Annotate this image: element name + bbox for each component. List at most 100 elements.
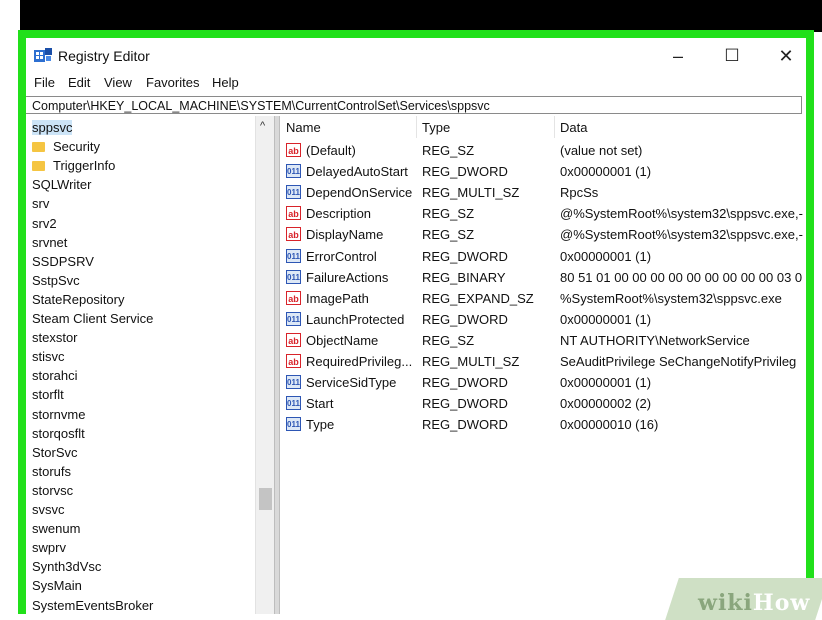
- tree-item[interactable]: sppsvc: [32, 118, 73, 137]
- value-type: REG_SZ: [422, 143, 475, 158]
- tree-item[interactable]: SstpSvc: [32, 271, 80, 290]
- tree-item-label: sppsvc: [32, 120, 73, 135]
- tree-item[interactable]: SystemEventsBroker: [32, 596, 153, 615]
- tree-item-label: Synth3dVsc: [32, 559, 102, 575]
- value-row[interactable]: 011 FailureActions REG_BINARY 80 51 01 00 0…: [280, 267, 806, 288]
- value-row[interactable]: 011 LaunchProtected REG_DWORD 0x00000001 (1…: [280, 309, 806, 330]
- tree-item[interactable]: SSDPSRV: [32, 252, 94, 271]
- binary-value-icon: 011: [286, 396, 301, 411]
- tree-item[interactable]: StorSvc: [32, 443, 78, 462]
- minimize-button[interactable]: –: [656, 40, 700, 72]
- value-type: REG_DWORD: [422, 417, 508, 433]
- tree-item[interactable]: storufs: [32, 462, 71, 481]
- menu-bar: File Edit View Favorites Help: [26, 74, 806, 96]
- tree-item[interactable]: Synth3dVsc: [32, 557, 101, 576]
- tree-item[interactable]: swenum: [32, 519, 80, 538]
- tree-item-label: swprv: [32, 540, 66, 556]
- value-type: REG_DWORD: [422, 375, 508, 391]
- tree-scrollbar[interactable]: ^: [255, 116, 275, 614]
- tree-item[interactable]: srv: [32, 194, 49, 213]
- registry-editor-window: Registry Editor – ☐ ✕ File Edit View Fav…: [26, 38, 806, 614]
- tree-item-label: storahci: [32, 368, 78, 384]
- string-value-icon: ab: [286, 332, 301, 347]
- tree-item[interactable]: storahci: [32, 366, 78, 385]
- tree-item[interactable]: swprv: [32, 538, 66, 557]
- menu-favorites[interactable]: Favorites: [144, 75, 201, 90]
- tree-item-label: stisvc: [32, 349, 65, 365]
- value-type: REG_EXPAND_SZ: [422, 290, 534, 306]
- value-data: @%SystemRoot%\system32\sppsvc.exe,-: [560, 206, 803, 222]
- value-type: REG_DWORD: [422, 311, 508, 327]
- value-type: REG_BINARY: [422, 269, 506, 285]
- value-type: REG_DWORD: [422, 164, 508, 180]
- value-row[interactable]: ab RequiredPrivileg... REG_MULTI_SZ SeAudit…: [280, 351, 806, 372]
- tree-item[interactable]: storqosflt: [32, 424, 85, 443]
- maximize-button[interactable]: ☐: [710, 40, 754, 72]
- value-row[interactable]: 011 ErrorControl REG_DWORD 0x00000001 (1): [280, 246, 806, 267]
- binary-value-icon: 011: [286, 185, 301, 200]
- scroll-thumb[interactable]: [259, 488, 272, 510]
- tree-item[interactable]: TriggerInfo: [32, 156, 115, 175]
- column-divider[interactable]: [416, 116, 417, 138]
- close-button[interactable]: ✕: [764, 40, 806, 72]
- value-row[interactable]: ab ImagePath REG_EXPAND_SZ %SystemRoot%\sys…: [280, 288, 806, 309]
- column-header-type[interactable]: Type: [422, 120, 450, 135]
- value-name: ErrorControl: [306, 248, 377, 264]
- value-type: REG_MULTI_SZ: [422, 185, 520, 201]
- column-header-name[interactable]: Name: [286, 120, 321, 135]
- registry-editor-icon: [34, 48, 52, 62]
- value-row[interactable]: ab ObjectName REG_SZ NT AUTHORITY\NetworkSe…: [280, 330, 806, 351]
- value-name: LaunchProtected: [306, 311, 405, 327]
- string-value-icon: ab: [286, 206, 301, 221]
- tree-item[interactable]: StateRepository: [32, 290, 125, 309]
- value-row[interactable]: ab (Default) REG_SZ (value not set): [280, 140, 806, 161]
- value-row[interactable]: ab DisplayName REG_SZ @%SystemRoot%\system3…: [280, 224, 806, 245]
- menu-help[interactable]: Help: [210, 75, 241, 90]
- value-type: REG_SZ: [422, 206, 475, 222]
- value-data: @%SystemRoot%\system32\sppsvc.exe,-: [560, 227, 803, 243]
- value-data: SeAuditPrivilege SeChangeNotifyPrivileg: [560, 354, 797, 369]
- tree-item-label: SSDPSRV: [32, 253, 94, 269]
- binary-value-icon: 011: [286, 164, 301, 179]
- window-title: Registry Editor: [58, 48, 150, 64]
- tree-item[interactable]: SQLWriter: [32, 175, 91, 194]
- value-type: REG_SZ: [422, 227, 475, 243]
- tree-item[interactable]: srvnet: [32, 233, 67, 252]
- value-row[interactable]: ab Description REG_SZ @%SystemRoot%\system3…: [280, 203, 806, 224]
- menu-file[interactable]: File: [32, 75, 57, 90]
- tree-item[interactable]: Security: [32, 137, 100, 156]
- address-bar[interactable]: Computer\HKEY_LOCAL_MACHINE\SYSTEM\Curre…: [26, 96, 802, 114]
- tree-item[interactable]: stornvme: [32, 405, 85, 424]
- tree-item[interactable]: svsvc: [32, 500, 65, 519]
- tree-item[interactable]: SysMain: [32, 576, 82, 595]
- value-row[interactable]: 011 Type REG_DWORD 0x00000010 (16): [280, 414, 806, 435]
- value-row[interactable]: 011 Start REG_DWORD 0x00000002 (2): [280, 393, 806, 414]
- value-row[interactable]: 011 DelayedAutoStart REG_DWORD 0x00000001 (…: [280, 161, 806, 182]
- value-data: 0x00000001 (1): [560, 375, 652, 391]
- value-name: Start: [306, 396, 334, 412]
- tree-item[interactable]: stexstor: [32, 328, 78, 347]
- value-row[interactable]: 011 DependOnService REG_MULTI_SZ RpcSs: [280, 182, 806, 203]
- value-data: 80 51 01 00 00 00 00 00 00 00 00 00 03 0: [560, 269, 803, 285]
- column-header-data[interactable]: Data: [560, 120, 587, 135]
- tree-item[interactable]: storflt: [32, 385, 64, 404]
- tree-item[interactable]: srv2: [32, 214, 57, 233]
- binary-value-icon: 011: [286, 269, 301, 284]
- binary-value-icon: 011: [286, 375, 301, 390]
- folder-icon: [32, 141, 45, 152]
- value-name: ObjectName: [306, 332, 379, 348]
- tree-item-label: srv: [32, 196, 50, 212]
- tree-item[interactable]: Steam Client Service: [32, 309, 153, 328]
- value-row[interactable]: 011 ServiceSidType REG_DWORD 0x00000001 (1): [280, 372, 806, 393]
- tree-item[interactable]: storvsc: [32, 481, 73, 500]
- menu-edit[interactable]: Edit: [66, 75, 92, 90]
- value-type: REG_SZ: [422, 332, 475, 348]
- value-name: RequiredPrivileg...: [306, 354, 413, 369]
- watermark-logo: wikiHow: [698, 590, 810, 616]
- tree-item-label: Security: [53, 139, 100, 155]
- scroll-up-icon[interactable]: ^: [260, 120, 265, 132]
- tree-item[interactable]: stisvc: [32, 347, 65, 366]
- tree-item-label: SysMain: [32, 578, 82, 594]
- column-divider[interactable]: [554, 116, 555, 138]
- menu-view[interactable]: View: [102, 75, 134, 90]
